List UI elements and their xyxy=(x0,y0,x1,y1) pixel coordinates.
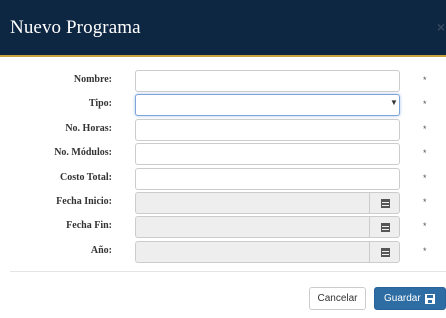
horas-input[interactable] xyxy=(135,119,400,141)
required-marker: * xyxy=(423,75,427,85)
chevron-down-icon[interactable]: ▼ xyxy=(390,98,398,107)
modulos-input[interactable] xyxy=(135,143,400,165)
fecha-inicio-label: Fecha Inicio: xyxy=(56,196,112,207)
costo-label: Costo Total: xyxy=(60,172,112,183)
save-button[interactable]: Guardar xyxy=(374,287,446,310)
new-program-modal: Nuevo Programa × Nombre: * Tipo: ▼ * No.… xyxy=(0,0,446,318)
required-marker: * xyxy=(423,246,427,256)
calendar-icon xyxy=(381,248,390,257)
cancel-button-label: Cancelar xyxy=(317,293,358,304)
costo-input[interactable] xyxy=(135,168,400,190)
tipo-select[interactable] xyxy=(135,94,400,116)
floppy-disk-icon xyxy=(424,293,435,304)
nombre-input[interactable] xyxy=(135,70,400,92)
tipo-label: Tipo: xyxy=(88,98,112,109)
required-marker: * xyxy=(423,173,427,183)
required-marker: * xyxy=(423,197,427,207)
save-button-label: Guardar xyxy=(384,293,421,304)
cancel-button[interactable]: Cancelar xyxy=(309,287,366,310)
anio-calendar-button[interactable] xyxy=(369,241,400,263)
form-row-fecha-inicio: Fecha Inicio: * xyxy=(0,192,446,214)
form-row-modulos: No. Módulos: * xyxy=(0,143,446,165)
fecha-fin-label: Fecha Fin: xyxy=(66,220,112,231)
form-row-tipo: Tipo: ▼ * xyxy=(0,94,446,116)
fecha-fin-input[interactable] xyxy=(135,216,370,238)
form-row-costo: Costo Total: * xyxy=(0,168,446,190)
calendar-icon xyxy=(381,199,390,208)
required-marker: * xyxy=(423,221,427,231)
form-row-horas: No. Horas: * xyxy=(0,119,446,141)
form-row-nombre: Nombre: * xyxy=(0,70,446,92)
modal-title: Nuevo Programa xyxy=(10,17,141,38)
fecha-inicio-input[interactable] xyxy=(135,192,370,214)
fecha-inicio-calendar-button[interactable] xyxy=(369,192,400,214)
required-marker: * xyxy=(423,99,427,109)
modal-header: Nuevo Programa × xyxy=(0,0,446,57)
calendar-icon xyxy=(381,223,390,232)
anio-input[interactable] xyxy=(135,241,370,263)
required-marker: * xyxy=(423,124,427,134)
close-icon[interactable]: × xyxy=(437,19,445,35)
modulos-label: No. Módulos: xyxy=(54,147,112,158)
fecha-fin-calendar-button[interactable] xyxy=(369,216,400,238)
anio-label: Año: xyxy=(90,245,112,256)
form-row-fecha-fin: Fecha Fin: * xyxy=(0,216,446,238)
horas-label: No. Horas: xyxy=(65,123,112,134)
required-marker: * xyxy=(423,148,427,158)
footer-divider xyxy=(10,271,446,272)
nombre-label: Nombre: xyxy=(73,74,112,85)
form-row-anio: Año: * xyxy=(0,241,446,263)
